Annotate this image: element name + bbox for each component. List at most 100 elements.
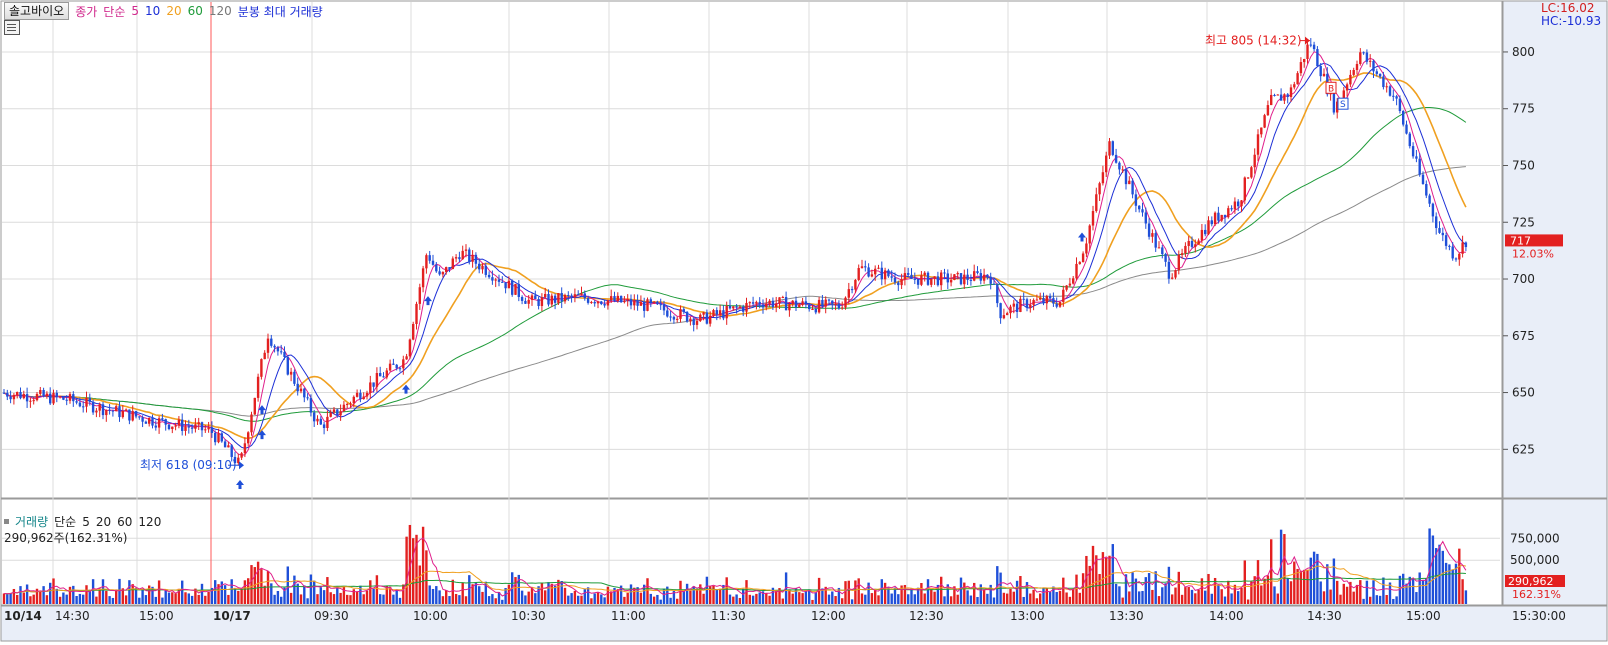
candle-body xyxy=(204,429,207,431)
candle-body xyxy=(200,422,204,431)
volume-bar xyxy=(758,592,761,604)
volume-bar xyxy=(1048,592,1052,604)
candle-body xyxy=(39,390,42,394)
candle-body xyxy=(1029,304,1032,308)
volume-bar xyxy=(659,599,662,604)
candle-body xyxy=(1362,52,1365,54)
candle-body xyxy=(903,273,907,280)
volume-bar xyxy=(1402,573,1405,604)
candle-body xyxy=(9,396,12,400)
candle-body xyxy=(1382,76,1385,88)
candle-body xyxy=(283,351,286,357)
candle-body xyxy=(953,274,956,281)
candle-body xyxy=(943,272,946,274)
volume-bar xyxy=(798,592,801,604)
time-tick-label: 09:30 xyxy=(314,609,349,623)
candle-body xyxy=(1141,209,1144,213)
volume-label: 거래량 xyxy=(15,515,49,529)
candle-body xyxy=(1230,208,1233,210)
candle-body xyxy=(220,433,223,442)
candle-body xyxy=(956,273,959,275)
candle-body xyxy=(890,276,893,278)
volume-bar xyxy=(1177,571,1180,604)
volume-bar xyxy=(563,587,567,604)
volume-bar xyxy=(273,594,276,604)
time-tick-label: 10/14 xyxy=(4,609,42,623)
volume-bar xyxy=(346,594,349,604)
volume-bar xyxy=(514,577,517,604)
candle-body xyxy=(1355,64,1359,71)
candle-body xyxy=(1240,200,1243,207)
settings-grid-icon[interactable] xyxy=(4,20,20,35)
ma-type-label: 단순 xyxy=(103,4,126,19)
volume-bar xyxy=(458,595,461,604)
candle-body xyxy=(1019,298,1022,312)
volume-bar xyxy=(62,592,65,604)
candle-body xyxy=(1309,44,1312,46)
candle-body xyxy=(610,296,613,301)
candle-body xyxy=(458,257,461,260)
candle-body xyxy=(1072,278,1075,284)
volume-bar xyxy=(765,593,768,604)
candle-body xyxy=(1134,194,1138,206)
candle-body xyxy=(1415,156,1418,159)
volume-bar xyxy=(1015,580,1019,604)
candle-body xyxy=(1078,262,1081,264)
volume-bar xyxy=(600,594,603,604)
volume-bar xyxy=(1431,535,1435,604)
candle-body xyxy=(214,432,217,443)
volume-bar xyxy=(1392,598,1395,604)
volume-bar xyxy=(893,587,897,604)
candle-body xyxy=(1144,212,1147,224)
volume-bar xyxy=(1164,583,1167,604)
candle-body xyxy=(1058,301,1062,307)
volume-bar xyxy=(118,578,121,604)
candle-body xyxy=(976,271,979,274)
volume-bar xyxy=(560,581,563,604)
volume-bar xyxy=(982,589,986,604)
time-tick-label: 14:30 xyxy=(55,609,90,623)
volume-bar xyxy=(527,591,530,604)
candle-body xyxy=(1250,167,1253,178)
volume-bar xyxy=(1009,588,1012,604)
high-annotation: 최고 805 (14:32) xyxy=(1205,34,1302,48)
candle-body xyxy=(303,388,306,398)
stock-name-button[interactable]: 솔고바이오 xyxy=(4,2,70,20)
candle-body xyxy=(313,412,316,422)
candle-body xyxy=(880,267,883,280)
candle-body xyxy=(1421,174,1425,185)
candle-body xyxy=(1217,212,1220,221)
candle-body xyxy=(742,306,745,312)
candle-body xyxy=(1402,110,1405,125)
current-change-label: 12.03% xyxy=(1512,247,1554,260)
candle-body xyxy=(359,392,362,400)
volume-bar xyxy=(1058,591,1062,604)
volume-bar xyxy=(768,595,771,604)
candle-body xyxy=(811,309,814,311)
volume-legend: 거래량 단순 5 20 60 120 xyxy=(4,513,161,530)
candle-body xyxy=(619,295,623,303)
candle-body xyxy=(771,300,775,308)
candle-body xyxy=(781,296,784,298)
candle-body xyxy=(121,410,124,418)
volume-bar xyxy=(1296,568,1299,604)
volume-bar xyxy=(299,594,303,604)
candle-body xyxy=(804,301,808,305)
volume-bar xyxy=(933,591,936,604)
candle-body xyxy=(1378,73,1382,77)
candle-body xyxy=(1289,87,1293,98)
volume-bar xyxy=(45,595,49,604)
volume-bar xyxy=(115,589,118,604)
candle-body xyxy=(35,393,39,401)
volume-bar xyxy=(1029,593,1032,604)
candle-body xyxy=(1227,208,1230,218)
candle-body xyxy=(247,432,250,444)
candle-body xyxy=(1256,134,1260,155)
candle-body xyxy=(402,359,405,369)
candle-body xyxy=(1075,263,1078,279)
candle-body xyxy=(712,310,715,316)
candle-body xyxy=(332,409,336,413)
candle-body xyxy=(517,283,520,297)
candle-body xyxy=(266,338,270,353)
volume-bar xyxy=(814,592,817,604)
